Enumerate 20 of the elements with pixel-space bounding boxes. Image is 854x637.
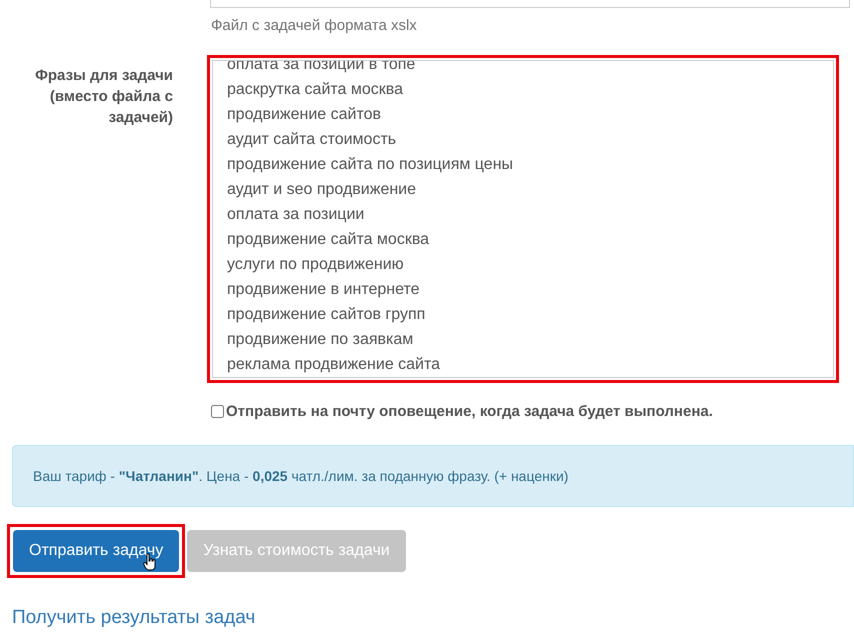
phrase-line: аудит и seo продвижение <box>227 180 418 200</box>
notify-checkbox[interactable] <box>211 405 224 418</box>
results-link[interactable]: Получить результаты задач <box>12 604 256 632</box>
file-input-field[interactable] <box>210 0 850 8</box>
tariff-text: Ваш тариф - "Чатланин". Цена - 0,025 чатл./лим. за поданную фразу. (+ наценки) <box>33 466 568 486</box>
phrase-line: продвижение в интернете <box>227 280 421 300</box>
phrase-line: продвижение сайта по позициям цены <box>227 154 514 174</box>
phrase-line: реклама продвижение сайта <box>227 354 442 374</box>
phrase-line: оплата за позиции <box>227 204 366 224</box>
phrases-label: Фразы для задачи (вместо файла с задачей) <box>34 66 173 128</box>
submit-button[interactable]: Отправить задачу <box>13 530 180 572</box>
notify-label: Отправить на почту оповещение, когда задача будет выполнена. <box>226 402 713 422</box>
file-hint: Файл с задачей формата xslx <box>211 16 418 36</box>
phrase-line: услуги по продвижению <box>227 254 405 274</box>
phrase-line: продвижение по заявкам <box>227 330 414 350</box>
phrase-line: продвижение сайта москва <box>227 230 430 250</box>
phrase-line: раскрутка сайта москва <box>227 80 404 100</box>
phrase-line: продвижение сайтов <box>227 104 382 124</box>
phrase-line: аудит сайта стоимость <box>227 130 398 150</box>
phrase-line: продвижение сайтов групп <box>227 304 426 324</box>
